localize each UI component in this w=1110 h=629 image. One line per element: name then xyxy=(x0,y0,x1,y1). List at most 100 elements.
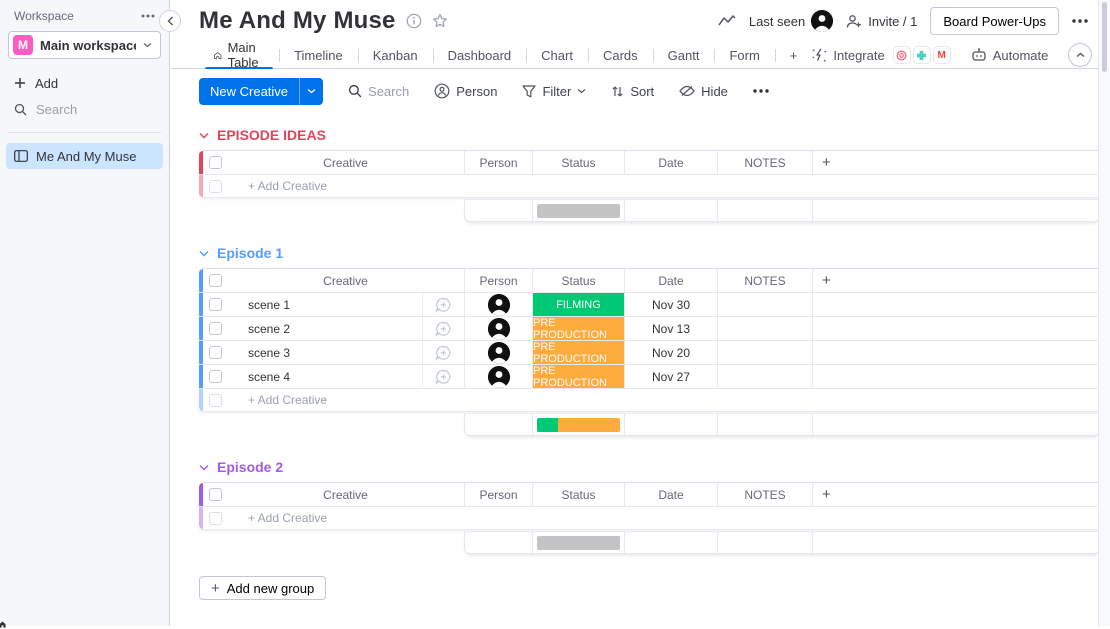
group-title[interactable]: Episode 1 xyxy=(199,244,1100,262)
tab-gantt[interactable]: Gantt xyxy=(653,42,715,68)
add-item-label[interactable]: + Add Creative xyxy=(227,389,1100,411)
person-cell[interactable] xyxy=(464,365,532,388)
column-header-notes[interactable]: NOTES xyxy=(717,151,812,174)
row-checkbox[interactable] xyxy=(209,512,222,525)
tab-chart[interactable]: Chart xyxy=(526,42,588,68)
column-header-creative[interactable]: Creative xyxy=(227,483,464,506)
workspace-selector[interactable]: M Main workspace xyxy=(8,31,161,59)
last-seen[interactable]: Last seen xyxy=(749,10,833,32)
row-checkbox[interactable] xyxy=(209,394,222,407)
new-item-dropdown[interactable] xyxy=(299,78,323,105)
person-filter-button[interactable]: Person xyxy=(434,83,497,99)
right-scroll-rail[interactable] xyxy=(1098,0,1110,626)
column-header-notes[interactable]: NOTES xyxy=(717,269,812,292)
tab-kanban[interactable]: Kanban xyxy=(358,42,433,68)
column-header-status[interactable]: Status xyxy=(532,151,624,174)
notes-cell[interactable] xyxy=(717,365,812,388)
column-header-creative[interactable]: Creative xyxy=(227,151,464,174)
column-header-person[interactable]: Person xyxy=(464,269,532,292)
chevron-down-icon[interactable] xyxy=(199,250,209,257)
select-all-checkbox[interactable] xyxy=(209,488,222,501)
sidebar-item-board[interactable]: Me And My Muse xyxy=(6,143,163,169)
open-updates-button[interactable] xyxy=(422,365,464,388)
table-row[interactable]: scene 3 PRE PRODUCTION Nov 20 xyxy=(199,341,1100,365)
add-column-button[interactable]: + xyxy=(812,483,1100,506)
status-cell[interactable]: FILMING xyxy=(532,293,624,316)
column-header-person[interactable]: Person xyxy=(464,483,532,506)
row-checkbox[interactable] xyxy=(209,322,222,335)
column-header-status[interactable]: Status xyxy=(532,269,624,292)
hide-button[interactable]: Hide xyxy=(679,84,728,99)
column-header-date[interactable]: Date xyxy=(624,269,717,292)
scrollbar-thumb[interactable] xyxy=(1102,2,1107,72)
column-header-date[interactable]: Date xyxy=(624,483,717,506)
star-icon[interactable] xyxy=(432,13,448,29)
row-checkbox[interactable] xyxy=(209,180,222,193)
column-header-creative[interactable]: Creative xyxy=(227,269,464,292)
column-header-status[interactable]: Status xyxy=(532,483,624,506)
add-item-row[interactable]: + Add Creative xyxy=(199,175,1100,198)
person-cell[interactable] xyxy=(464,317,532,340)
add-column-button[interactable]: + xyxy=(812,151,1100,174)
board-power-ups-button[interactable]: Board Power-Ups xyxy=(930,7,1059,35)
select-all-checkbox[interactable] xyxy=(209,274,222,287)
add-view-button[interactable]: + xyxy=(775,42,813,68)
item-name[interactable]: scene 3 xyxy=(227,341,422,364)
status-cell[interactable]: PRE PRODUCTION xyxy=(532,317,624,340)
add-item-label[interactable]: + Add Creative xyxy=(227,507,1100,529)
column-header-person[interactable]: Person xyxy=(464,151,532,174)
tab-cards[interactable]: Cards xyxy=(588,42,653,68)
item-name[interactable]: scene 1 xyxy=(227,293,422,316)
notes-cell[interactable] xyxy=(717,317,812,340)
workspace-menu-dots-icon[interactable] xyxy=(141,14,155,18)
open-updates-button[interactable] xyxy=(422,341,464,364)
status-battery[interactable] xyxy=(537,204,620,218)
sidebar-add-button[interactable]: Add xyxy=(14,72,155,94)
tab-main-table[interactable]: Main Table xyxy=(199,42,279,68)
search-button[interactable]: Search xyxy=(348,84,409,99)
add-column-button[interactable]: + xyxy=(812,269,1100,292)
integrate-button[interactable]: Integrate M xyxy=(812,46,950,64)
row-checkbox[interactable] xyxy=(209,370,222,383)
add-new-group-button[interactable]: + Add new group xyxy=(199,576,326,600)
select-all-checkbox[interactable] xyxy=(209,156,222,169)
notes-cell[interactable] xyxy=(717,293,812,316)
chevron-down-icon[interactable] xyxy=(199,464,209,471)
row-checkbox[interactable] xyxy=(209,298,222,311)
date-cell[interactable]: Nov 30 xyxy=(624,293,717,316)
row-checkbox[interactable] xyxy=(209,346,222,359)
table-row[interactable]: scene 1 FILMING Nov 30 xyxy=(199,293,1100,317)
tab-dashboard[interactable]: Dashboard xyxy=(433,42,527,68)
group-title[interactable]: Episode 2 xyxy=(199,458,1100,476)
new-item-button[interactable]: New Creative xyxy=(199,78,323,105)
status-battery[interactable] xyxy=(537,418,620,432)
collapse-header-button[interactable] xyxy=(1068,43,1092,67)
open-updates-button[interactable] xyxy=(422,293,464,316)
board-menu-dots-icon[interactable] xyxy=(1072,19,1088,23)
add-item-label[interactable]: + Add Creative xyxy=(227,175,1100,197)
sort-button[interactable]: Sort xyxy=(611,84,654,99)
column-header-notes[interactable]: NOTES xyxy=(717,483,812,506)
invite-button[interactable]: Invite / 1 xyxy=(846,14,917,29)
date-cell[interactable]: Nov 13 xyxy=(624,317,717,340)
toolbar-menu-dots-icon[interactable] xyxy=(753,89,769,93)
date-cell[interactable]: Nov 27 xyxy=(624,365,717,388)
item-name[interactable]: scene 2 xyxy=(227,317,422,340)
table-row[interactable]: scene 2 PRE PRODUCTION Nov 13 xyxy=(199,317,1100,341)
open-updates-button[interactable] xyxy=(422,317,464,340)
automate-button[interactable]: Automate xyxy=(971,48,1049,63)
sidebar-search[interactable]: Search xyxy=(14,98,155,120)
date-cell[interactable]: Nov 20 xyxy=(624,341,717,364)
person-cell[interactable] xyxy=(464,341,532,364)
table-row[interactable]: scene 4 PRE PRODUCTION Nov 27 xyxy=(199,365,1100,389)
tab-form[interactable]: Form xyxy=(714,42,774,68)
status-cell[interactable]: PRE PRODUCTION xyxy=(532,365,624,388)
chevron-down-icon[interactable] xyxy=(199,132,209,139)
activity-icon[interactable] xyxy=(718,15,736,27)
notes-cell[interactable] xyxy=(717,341,812,364)
item-name[interactable]: scene 4 xyxy=(227,365,422,388)
info-icon[interactable] xyxy=(406,13,422,29)
add-item-row[interactable]: + Add Creative xyxy=(199,389,1100,412)
filter-button[interactable]: Filter xyxy=(522,84,586,99)
person-cell[interactable] xyxy=(464,293,532,316)
